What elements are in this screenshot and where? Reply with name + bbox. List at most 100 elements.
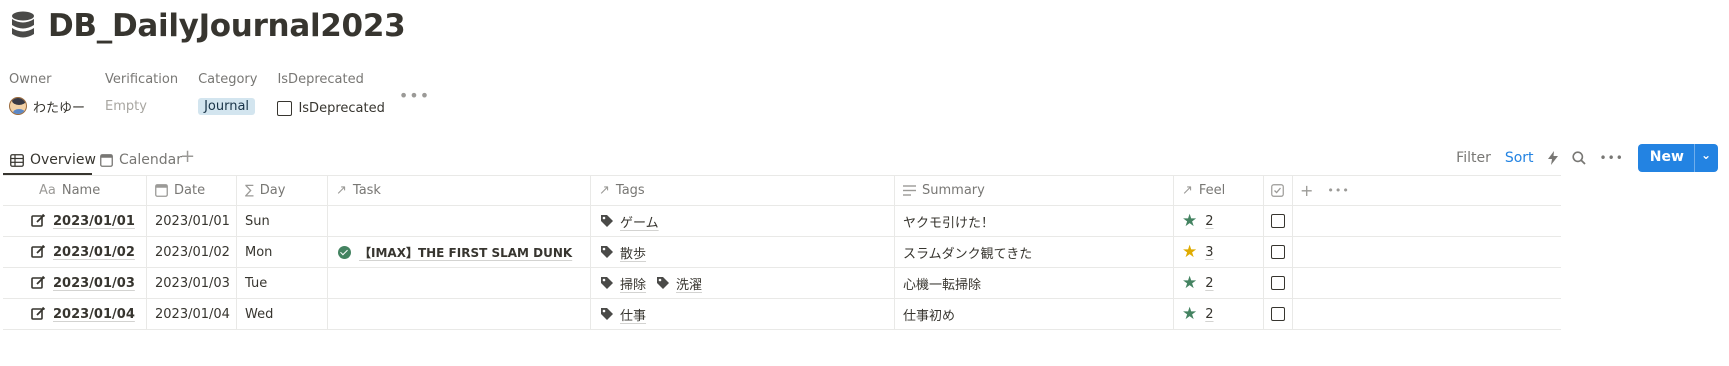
tab-calendar[interactable]: Calendar xyxy=(100,147,182,173)
more-options-button[interactable]: ••• xyxy=(1600,151,1624,165)
tags-cell[interactable]: 散歩 xyxy=(591,237,895,267)
date-cell[interactable]: 2023/01/03 xyxy=(147,268,237,298)
tag-label: 散歩 xyxy=(620,246,647,262)
column-header-name[interactable]: Aa Name xyxy=(3,176,147,205)
column-header-date[interactable]: Date xyxy=(147,176,237,205)
day-value: Sun xyxy=(245,213,270,229)
add-view-button[interactable]: + xyxy=(180,146,195,167)
database-table: Aa Name Date ∑ Day ↗ Task ↗ Tags Summary… xyxy=(3,175,1561,330)
tag-link[interactable]: 仕事 xyxy=(600,305,646,324)
table-header: Aa Name Date ∑ Day ↗ Task ↗ Tags Summary… xyxy=(3,175,1561,206)
date-value: 2023/01/02 xyxy=(155,244,230,260)
page-edit-icon xyxy=(31,275,47,291)
feel-value[interactable]: 2 xyxy=(1205,276,1213,291)
date-cell[interactable]: 2023/01/02 xyxy=(147,237,237,267)
date-cell[interactable]: 2023/01/01 xyxy=(147,206,237,236)
tags-cell[interactable]: 掃除 洗濯 xyxy=(591,268,895,298)
checkbox-cell[interactable] xyxy=(1264,268,1293,298)
tag-link[interactable]: 掃除 xyxy=(600,274,646,293)
column-header-tags[interactable]: ↗ Tags xyxy=(591,176,895,205)
tag-link[interactable]: ゲーム xyxy=(600,212,659,231)
row-title[interactable]: 2023/01/02 xyxy=(53,245,135,260)
feel-cell[interactable]: ★ 2 xyxy=(1174,268,1264,298)
tab-overview[interactable]: Overview xyxy=(10,147,96,173)
table-row[interactable]: 2023/01/01 2023/01/01 Sun ゲーム ヤクモ引けた！ ★ 2 xyxy=(3,206,1561,237)
bolt-icon[interactable] xyxy=(1547,151,1558,165)
day-value: Wed xyxy=(245,306,274,322)
checkbox-cell[interactable] xyxy=(1264,206,1293,236)
column-header-checkbox[interactable] xyxy=(1264,176,1293,205)
formula-icon: ∑ xyxy=(245,183,254,198)
date-value: 2023/01/01 xyxy=(155,213,230,229)
add-column-button[interactable]: + xyxy=(1300,181,1313,200)
more-properties-button[interactable]: ••• xyxy=(399,86,430,118)
column-header-feel[interactable]: ↗ Feel xyxy=(1174,176,1264,205)
feel-cell[interactable]: ★ 2 xyxy=(1174,299,1264,329)
feel-value[interactable]: 2 xyxy=(1205,307,1213,322)
chevron-down-icon[interactable]: ⌄ xyxy=(1695,144,1718,172)
name-cell[interactable]: 2023/01/04 xyxy=(3,299,147,329)
column-label-feel: Feel xyxy=(1198,183,1226,198)
property-verification: Verification Empty xyxy=(105,72,178,118)
sort-button[interactable]: Sort xyxy=(1505,150,1534,166)
feel-value[interactable]: 2 xyxy=(1205,214,1213,229)
row-spacer xyxy=(1293,206,1561,236)
checkbox-icon[interactable] xyxy=(1271,214,1285,228)
table-row[interactable]: 2023/01/02 2023/01/02 Mon 【IMAX】THE FIRST S… xyxy=(3,237,1561,268)
calendar-icon xyxy=(155,184,168,197)
table-row[interactable]: 2023/01/03 2023/01/03 Tue 掃除 洗濯 心機一転掃除 ★ 2 xyxy=(3,268,1561,299)
star-icon: ★ xyxy=(1182,303,1198,324)
task-cell[interactable] xyxy=(328,268,591,298)
summary-cell[interactable]: 心機一転掃除 xyxy=(895,268,1174,298)
row-title[interactable]: 2023/01/04 xyxy=(53,307,135,322)
tag-label: ゲーム xyxy=(620,215,659,231)
tags-cell[interactable]: 仕事 xyxy=(591,299,895,329)
feel-value[interactable]: 3 xyxy=(1205,245,1213,260)
page-edit-icon xyxy=(31,306,47,322)
filter-button[interactable]: Filter xyxy=(1456,150,1491,166)
task-link[interactable]: 【IMAX】THE FIRST SLAM DUNK xyxy=(359,244,572,261)
date-value: 2023/01/03 xyxy=(155,275,230,291)
checkbox-icon[interactable] xyxy=(1271,276,1285,290)
column-header-summary[interactable]: Summary xyxy=(895,176,1174,205)
name-cell[interactable]: 2023/01/01 xyxy=(3,206,147,236)
checkbox-icon[interactable] xyxy=(1271,307,1285,321)
summary-cell[interactable]: スラムダンク観てきた xyxy=(895,237,1174,267)
checkbox-icon[interactable] xyxy=(277,100,293,116)
column-header-task[interactable]: ↗ Task xyxy=(328,176,591,205)
isdeprecated-value[interactable]: IsDeprecated xyxy=(277,98,385,118)
summary-cell[interactable]: 仕事初め xyxy=(895,299,1174,329)
feel-cell[interactable]: ★ 2 xyxy=(1174,206,1264,236)
owner-value[interactable]: わたゆー xyxy=(9,96,85,116)
column-more-button[interactable]: ••• xyxy=(1327,184,1349,197)
row-title[interactable]: 2023/01/03 xyxy=(53,276,135,291)
tags-cell[interactable]: ゲーム xyxy=(591,206,895,236)
row-title[interactable]: 2023/01/01 xyxy=(53,214,135,229)
checkbox-icon xyxy=(1271,184,1284,197)
verification-value[interactable]: Empty xyxy=(105,96,178,116)
column-label-name: Name xyxy=(61,183,101,198)
name-cell[interactable]: 2023/01/03 xyxy=(3,268,147,298)
tag-icon xyxy=(600,276,614,290)
search-icon[interactable] xyxy=(1571,151,1586,165)
checkbox-icon[interactable] xyxy=(1271,245,1285,259)
checkbox-cell[interactable] xyxy=(1264,299,1293,329)
table-row[interactable]: 2023/01/04 2023/01/04 Wed 仕事 仕事初め ★ 2 xyxy=(3,299,1561,330)
task-cell[interactable]: 【IMAX】THE FIRST SLAM DUNK xyxy=(328,237,591,267)
category-value[interactable]: Journal xyxy=(198,96,257,116)
relation-arrow-icon: ↗ xyxy=(336,183,347,198)
summary-cell[interactable]: ヤクモ引けた！ xyxy=(895,206,1174,236)
tag-link[interactable]: 散歩 xyxy=(600,243,646,262)
property-owner: Owner わたゆー xyxy=(9,72,85,118)
property-label-owner: Owner xyxy=(9,72,52,87)
task-cell[interactable] xyxy=(328,206,591,236)
task-cell[interactable] xyxy=(328,299,591,329)
day-value: Tue xyxy=(245,275,268,291)
column-header-day[interactable]: ∑ Day xyxy=(237,176,328,205)
checkbox-cell[interactable] xyxy=(1264,237,1293,267)
date-cell[interactable]: 2023/01/04 xyxy=(147,299,237,329)
tag-link[interactable]: 洗濯 xyxy=(656,274,702,293)
feel-cell[interactable]: ★ 3 xyxy=(1174,237,1264,267)
new-button[interactable]: New ⌄ xyxy=(1637,144,1718,172)
name-cell[interactable]: 2023/01/02 xyxy=(3,237,147,267)
